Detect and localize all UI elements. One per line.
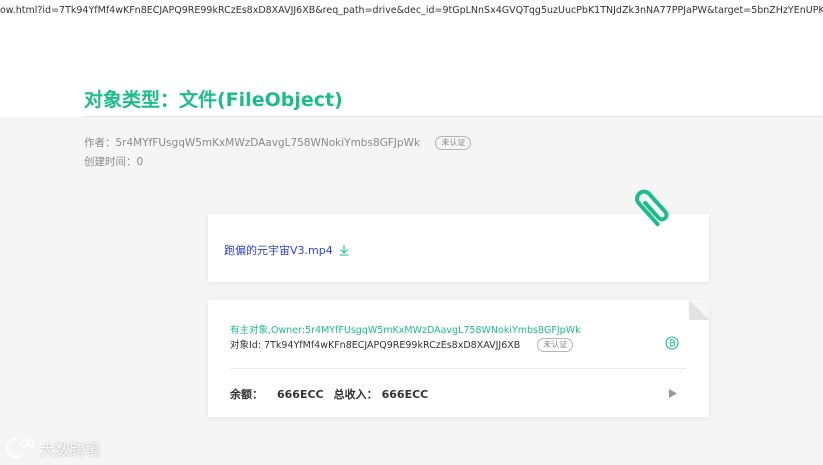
object-id-line: 对象Id: 7Tk94YfMf4wKFn8ECJAPQ9RE99kRCzEs8x… bbox=[230, 337, 574, 352]
owner-line: 有主对象,Owner:5r4MYfFUsgqW5mKxMWzDAavgL758W… bbox=[230, 325, 581, 336]
author-info: 作者：5r4MYfFUsgqW5mKxMWzDAavgL758WNokiYmbs… bbox=[84, 135, 472, 150]
address-bar[interactable]: ow.html?id=7Tk94YfMf4wKFn8ECJAPQ9RE99kRC… bbox=[0, 0, 823, 22]
page-title: 对象类型：文件(FileObject) bbox=[84, 89, 343, 111]
created-time: 创建时间：0 bbox=[84, 156, 144, 168]
url-text[interactable]: ow.html?id=7Tk94YfMf4wKFn8ECJAPQ9RE99kRC… bbox=[0, 5, 823, 16]
play-icon[interactable] bbox=[669, 389, 677, 398]
download-icon[interactable] bbox=[338, 244, 350, 256]
paperclip-icon bbox=[635, 189, 669, 227]
income-label: 总收入： bbox=[333, 388, 378, 401]
object-id-text: 对象Id: 7Tk94YfMf4wKFn8ECJAPQ9RE99kRCzEs8x… bbox=[230, 340, 521, 351]
coin-icon[interactable] bbox=[665, 336, 679, 350]
author-verification-badge: 未认证 bbox=[435, 136, 472, 150]
balance-value: 666ECC bbox=[277, 388, 324, 401]
balance-label: 余额： bbox=[230, 388, 263, 401]
watermark-logo-icon bbox=[6, 437, 36, 459]
object-verification-badge: 未认证 bbox=[537, 338, 574, 352]
owner-card: 有主对象,Owner:5r4MYfFUsgqW5mKxMWzDAavgL758W… bbox=[208, 300, 709, 417]
title-divider bbox=[84, 116, 823, 117]
folded-corner bbox=[689, 300, 709, 320]
page: ow.html?id=7Tk94YfMf4wKFn8ECJAPQ9RE99kRC… bbox=[0, 0, 823, 465]
watermark: 大数跨境 bbox=[6, 436, 116, 462]
author-text: 作者：5r4MYfFUsgqW5mKxMWzDAavgL758WNokiYmbs… bbox=[84, 137, 421, 149]
income-value: 666ECC bbox=[381, 388, 429, 401]
card-divider bbox=[230, 368, 686, 369]
file-name-link[interactable]: 跑偏的元宇宙V3.mp4 bbox=[224, 242, 333, 258]
balance-row: 余额： 666ECC 总收入： 666ECC bbox=[230, 386, 428, 402]
watermark-text: 大数跨境 bbox=[40, 441, 101, 459]
